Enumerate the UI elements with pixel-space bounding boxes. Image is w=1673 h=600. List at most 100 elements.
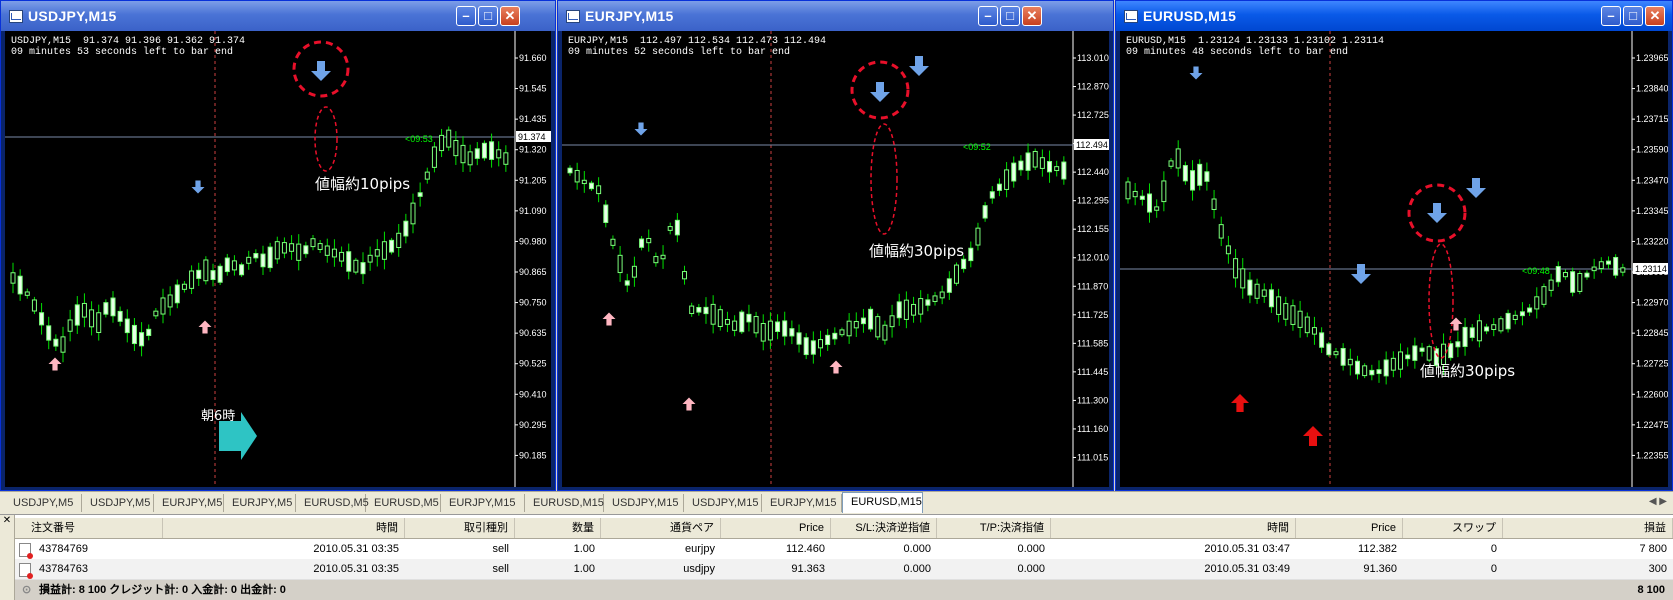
- bar-countdown: 09 minutes 48 seconds left to bar end: [1126, 47, 1349, 58]
- price-tick-label: 91.435: [519, 114, 547, 124]
- candle-body: [324, 245, 330, 256]
- column-header[interactable]: 時間: [1051, 518, 1296, 538]
- chart-tab[interactable]: EURUSD,M5: [296, 494, 369, 512]
- candle-body: [961, 258, 967, 270]
- chart-tab[interactable]: USDJPY,M15: [604, 494, 684, 512]
- candle-body: [103, 302, 109, 315]
- price-tick-label: 91.090: [519, 206, 547, 216]
- chart-tab[interactable]: EURJPY,M15: [441, 494, 525, 512]
- candle-body: [1505, 312, 1511, 330]
- chart-tab[interactable]: EURUSD,M15: [842, 492, 923, 513]
- column-header[interactable]: T/P:決済指値: [937, 518, 1051, 538]
- column-header[interactable]: 損益: [1503, 518, 1673, 538]
- minimize-button[interactable]: –: [978, 6, 998, 26]
- price-tick-label: 90.865: [519, 267, 547, 277]
- candle-body: [996, 183, 1002, 191]
- candle-body: [696, 306, 702, 313]
- maximize-button[interactable]: □: [1623, 6, 1643, 26]
- candle-body: [789, 328, 795, 337]
- signal-up-arrow-icon: [1303, 426, 1323, 446]
- candle-body: [1405, 354, 1411, 360]
- signal-down-arrow-icon: [311, 61, 331, 81]
- candle-body: [96, 312, 102, 333]
- candle-body: [1326, 343, 1332, 356]
- chart-tab[interactable]: USDJPY,M5: [5, 494, 82, 512]
- candle-body: [346, 251, 352, 272]
- candle-body: [1132, 190, 1138, 198]
- column-header[interactable]: 取引種別: [405, 518, 515, 538]
- candle-body: [17, 275, 23, 295]
- column-header[interactable]: スワップ: [1403, 518, 1503, 538]
- titlebar[interactable]: USDJPY,M15 – □ ✕: [1, 1, 555, 31]
- chart-window-eurusd[interactable]: EURUSD,M15 – □ ✕ 1.23965 1.23840 1.23715 1.…: [1115, 0, 1673, 491]
- price-tick-label: 1.23220: [1636, 236, 1668, 246]
- column-header[interactable]: 時間: [163, 518, 405, 538]
- column-header[interactable]: S/L:決済逆指値: [831, 518, 937, 538]
- column-header[interactable]: Price: [721, 518, 831, 538]
- price-chart[interactable]: 1.23965 1.23840 1.23715 1.23590 1.23470 1.233…: [1120, 31, 1668, 487]
- price-tick-label: 90.635: [519, 328, 547, 338]
- chart-tab[interactable]: EURUSD,M15: [525, 494, 604, 512]
- candle-body: [1147, 193, 1153, 213]
- price-tick-label: 90.295: [519, 420, 547, 430]
- price-tick-label: 111.870: [1077, 281, 1108, 291]
- chart-tab[interactable]: EURJPY,M5: [154, 494, 224, 512]
- chart-window-eurjpy[interactable]: EURJPY,M15 – □ ✕ 113.010 112.870 112.725 11…: [557, 0, 1114, 491]
- candle-body: [925, 299, 931, 306]
- column-header[interactable]: 数量: [515, 518, 601, 538]
- terminal-close-icon[interactable]: ✕: [0, 515, 15, 600]
- maximize-button[interactable]: □: [478, 6, 498, 26]
- maximize-button[interactable]: □: [1000, 6, 1020, 26]
- candle-body: [81, 302, 87, 318]
- price-chart[interactable]: 91.660 91.545 91.435 91.320 91.205 91.090 90.9…: [5, 31, 551, 487]
- candle-body: [360, 262, 366, 275]
- tab-scroll-arrows-icon[interactable]: ◀ ▶: [1649, 496, 1667, 507]
- candle-body: [231, 260, 237, 271]
- chart-tab[interactable]: EURJPY,M5: [224, 494, 296, 512]
- close-button[interactable]: ✕: [1645, 6, 1665, 26]
- candle-body: [1362, 365, 1368, 377]
- price-chart[interactable]: 113.010112.870112.725112.585112.440112.2…: [562, 31, 1109, 487]
- table-cell: 112.382: [1358, 543, 1397, 555]
- price-tick-label: 91.320: [519, 145, 547, 155]
- close-button[interactable]: ✕: [1022, 6, 1042, 26]
- titlebar[interactable]: EURJPY,M15 – □ ✕: [558, 1, 1113, 31]
- candle-body: [1225, 245, 1231, 255]
- candle-body: [846, 320, 852, 337]
- candle-body: [289, 243, 295, 252]
- column-header[interactable]: Price: [1296, 518, 1403, 538]
- table-cell: 0: [1490, 543, 1497, 555]
- candle-body: [603, 204, 609, 223]
- chart-tab[interactable]: USDJPY,M5: [82, 494, 154, 512]
- candle-body: [281, 242, 287, 254]
- price-tick-label: 1.23965: [1636, 53, 1668, 63]
- candle-body: [1398, 351, 1404, 370]
- candle-body: [460, 144, 466, 164]
- candle-body: [1297, 310, 1303, 328]
- candle-body: [1333, 351, 1339, 356]
- candle-body: [646, 237, 652, 244]
- candle-body: [181, 283, 187, 290]
- chart-window-icon: [1124, 10, 1138, 23]
- candle-body: [1620, 267, 1626, 273]
- column-header[interactable]: 注文番号: [23, 518, 163, 538]
- chart-tab[interactable]: EURUSD,M5: [366, 494, 441, 512]
- candle-body: [1018, 160, 1024, 171]
- chart-tab[interactable]: EURJPY,M15: [762, 494, 842, 512]
- bar-timer: <09:53: [405, 134, 433, 144]
- candle-body: [810, 340, 816, 355]
- candle-body: [217, 265, 223, 283]
- titlebar[interactable]: EURUSD,M15 – □ ✕: [1116, 1, 1672, 31]
- column-header[interactable]: 通貨ペア: [601, 518, 721, 538]
- candle-body: [803, 337, 809, 356]
- chart-tab[interactable]: USDJPY,M15: [684, 494, 762, 512]
- table-row[interactable]: 43784769 2010.05.31 03:35 sell 1.00 eurjpy 11…: [15, 539, 1673, 560]
- table-row[interactable]: 43784763 2010.05.31 03:35 sell 1.00 usdjpy 91…: [15, 559, 1673, 580]
- close-button[interactable]: ✕: [500, 6, 520, 26]
- chart-window-usdjpy[interactable]: USDJPY,M15 – □ ✕ 91.660 91.545 91.435 91.32…: [0, 0, 556, 491]
- minimize-button[interactable]: –: [1601, 6, 1621, 26]
- price-tick-label: 90.410: [519, 389, 547, 399]
- price-tick-label: 91.545: [519, 84, 547, 94]
- minimize-button[interactable]: –: [456, 6, 476, 26]
- candle-body: [689, 305, 695, 315]
